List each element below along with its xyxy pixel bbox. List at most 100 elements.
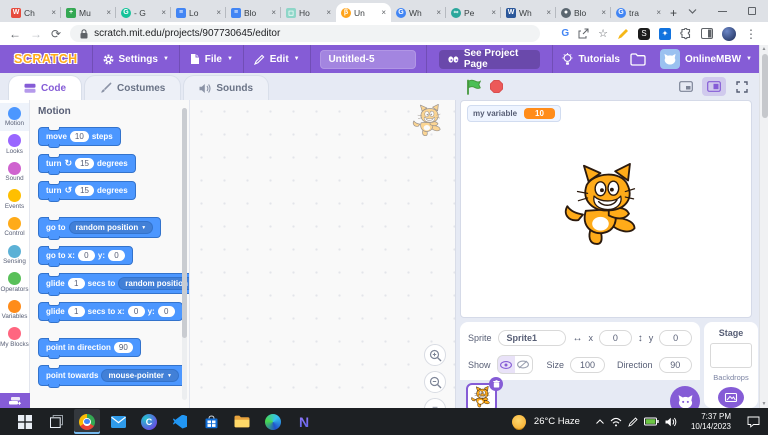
browser-tab[interactable]: +Mu× [61, 3, 116, 22]
account-menu[interactable]: OnlineMBW ▼ [660, 49, 752, 69]
category-motion[interactable]: Motion [0, 103, 29, 131]
browser-tab[interactable]: ≡Lo× [171, 3, 226, 22]
forward-icon[interactable]: → [30, 28, 42, 40]
back-icon[interactable]: ← [9, 28, 21, 40]
variable-monitor[interactable]: my variable 10 [467, 105, 561, 122]
browser-tab[interactable]: GWh× [391, 3, 446, 22]
show-sprite-button[interactable] [498, 356, 515, 373]
tab-close-icon[interactable]: × [271, 8, 276, 17]
hide-sprite-button[interactable] [515, 356, 532, 373]
tab-costumes[interactable]: Costumes [84, 75, 181, 100]
stage-canvas[interactable]: my variable 10 [460, 100, 752, 318]
browser-tab[interactable]: Gtra× [611, 3, 666, 22]
browser-tab[interactable]: βUn× [336, 3, 391, 22]
scrollbar-thumb[interactable] [762, 54, 768, 118]
block-dropdown[interactable]: random position▼ [118, 277, 190, 290]
pen-icon[interactable] [628, 417, 638, 427]
tab-close-icon[interactable]: × [601, 8, 606, 17]
see-project-page-button[interactable]: See Project Page [439, 50, 539, 69]
scroll-down-icon[interactable]: ▼ [762, 401, 767, 407]
zoom-reset-button[interactable]: = [424, 398, 446, 408]
palette-block[interactable]: go to x:0y:0 [38, 246, 133, 265]
tutorials-menu[interactable]: Tutorials [552, 45, 629, 73]
file-menu[interactable]: File▼ [180, 45, 243, 73]
taskbar-netflix-icon[interactable]: N [291, 409, 317, 434]
palette-block[interactable]: turn↺15degrees [38, 181, 136, 200]
direction-input[interactable]: 90 [659, 357, 692, 373]
browser-menu-icon[interactable]: ⋮ [745, 28, 757, 40]
cat-sprite[interactable] [560, 163, 652, 255]
browser-tab[interactable]: WCh× [6, 3, 61, 22]
sprite-name-input[interactable]: Sprite1 [498, 330, 567, 346]
block-number-input[interactable]: 0 [128, 306, 145, 317]
palette-block[interactable]: move10steps [38, 127, 121, 146]
palette-block[interactable]: turn↻15degrees [38, 154, 136, 173]
small-stage-button[interactable] [674, 77, 698, 96]
palette-block[interactable]: point in direction90 [38, 338, 141, 357]
block-number-input[interactable]: 1 [68, 278, 85, 289]
zoom-in-button[interactable] [424, 344, 446, 366]
taskbar-edge-icon[interactable] [260, 409, 286, 434]
browser-tab[interactable]: ◻Ho× [281, 3, 336, 22]
block-number-input[interactable]: 15 [75, 185, 94, 196]
category-events[interactable]: Events [0, 186, 29, 214]
palette-block[interactable]: glide1secs torandom position▼ [38, 273, 190, 294]
tab-close-icon[interactable]: × [326, 8, 331, 17]
choose-backdrop-button[interactable] [718, 387, 744, 408]
volume-icon[interactable] [665, 417, 677, 427]
category-variables[interactable]: Variables [0, 296, 29, 324]
stage-selector-panel[interactable]: Stage Backdrops [704, 322, 758, 408]
block-dropdown[interactable]: mouse-pointer▼ [101, 369, 179, 382]
share-icon[interactable] [578, 28, 589, 39]
edit-menu[interactable]: Edit▼ [244, 45, 310, 73]
tab-close-icon[interactable]: × [51, 8, 56, 17]
tab-close-icon[interactable]: × [216, 8, 221, 17]
scratch-logo[interactable]: SCRATCH [14, 52, 78, 66]
code-workspace[interactable]: = [190, 100, 456, 408]
taskbar-chrome-icon[interactable] [74, 409, 100, 434]
extensions-puzzle-icon[interactable] [680, 28, 692, 40]
refresh-icon[interactable]: ⟳ [51, 28, 61, 40]
battery-icon[interactable] [644, 417, 659, 426]
tab-close-icon[interactable]: × [381, 8, 386, 17]
taskbar-vscode-icon[interactable] [167, 409, 193, 434]
browser-tab[interactable]: ∞Pe× [446, 3, 501, 22]
block-number-input[interactable]: 15 [75, 158, 94, 169]
category-sensing[interactable]: Sensing [0, 241, 29, 269]
add-extension-button[interactable] [0, 393, 30, 408]
taskbar-mail-icon[interactable] [105, 409, 131, 434]
category-my-blocks[interactable]: My Blocks [0, 324, 29, 352]
block-number-input[interactable]: 90 [114, 342, 133, 353]
taskbar-clock[interactable]: 7:37 PM 10/14/2023 [691, 412, 731, 432]
tab-close-icon[interactable]: × [161, 8, 166, 17]
category-control[interactable]: Control [0, 213, 29, 241]
tray-expand-icon[interactable] [596, 419, 604, 424]
pencil-extension-icon[interactable] [617, 28, 629, 40]
profile-avatar[interactable] [722, 27, 736, 41]
tab-close-icon[interactable]: × [436, 8, 441, 17]
bookmark-star-icon[interactable]: ☆ [598, 27, 608, 40]
new-tab-button[interactable]: + [670, 4, 677, 21]
y-input[interactable]: 0 [659, 330, 692, 346]
green-flag-icon[interactable] [466, 79, 481, 95]
delete-sprite-button[interactable] [489, 377, 503, 391]
settings-menu[interactable]: Settings▼ [93, 45, 179, 73]
project-name-input[interactable]: Untitled-5 [320, 50, 416, 69]
zoom-out-button[interactable] [424, 371, 446, 393]
browser-tab[interactable]: ≡Blo× [226, 3, 281, 22]
tab-close-icon[interactable]: × [106, 8, 111, 17]
s-extension-icon[interactable]: S [638, 28, 650, 40]
category-sound[interactable]: Sound [0, 158, 29, 186]
wifi-icon[interactable] [610, 417, 622, 427]
taskbar-task-view-icon[interactable] [43, 409, 69, 434]
block-number-input[interactable]: 0 [108, 250, 125, 261]
fullscreen-button[interactable] [730, 77, 754, 96]
palette-block[interactable]: go torandom position▼ [38, 217, 161, 238]
block-number-input[interactable]: 1 [68, 306, 85, 317]
block-number-input[interactable]: 10 [70, 131, 89, 142]
size-input[interactable]: 100 [570, 357, 605, 373]
palette-block[interactable]: glide1secs to x:0y:0 [38, 302, 183, 321]
palette-block[interactable]: point towardsmouse-pointer▼ [38, 365, 187, 386]
tab-close-icon[interactable]: × [491, 8, 496, 17]
google-icon[interactable]: G [561, 28, 569, 39]
